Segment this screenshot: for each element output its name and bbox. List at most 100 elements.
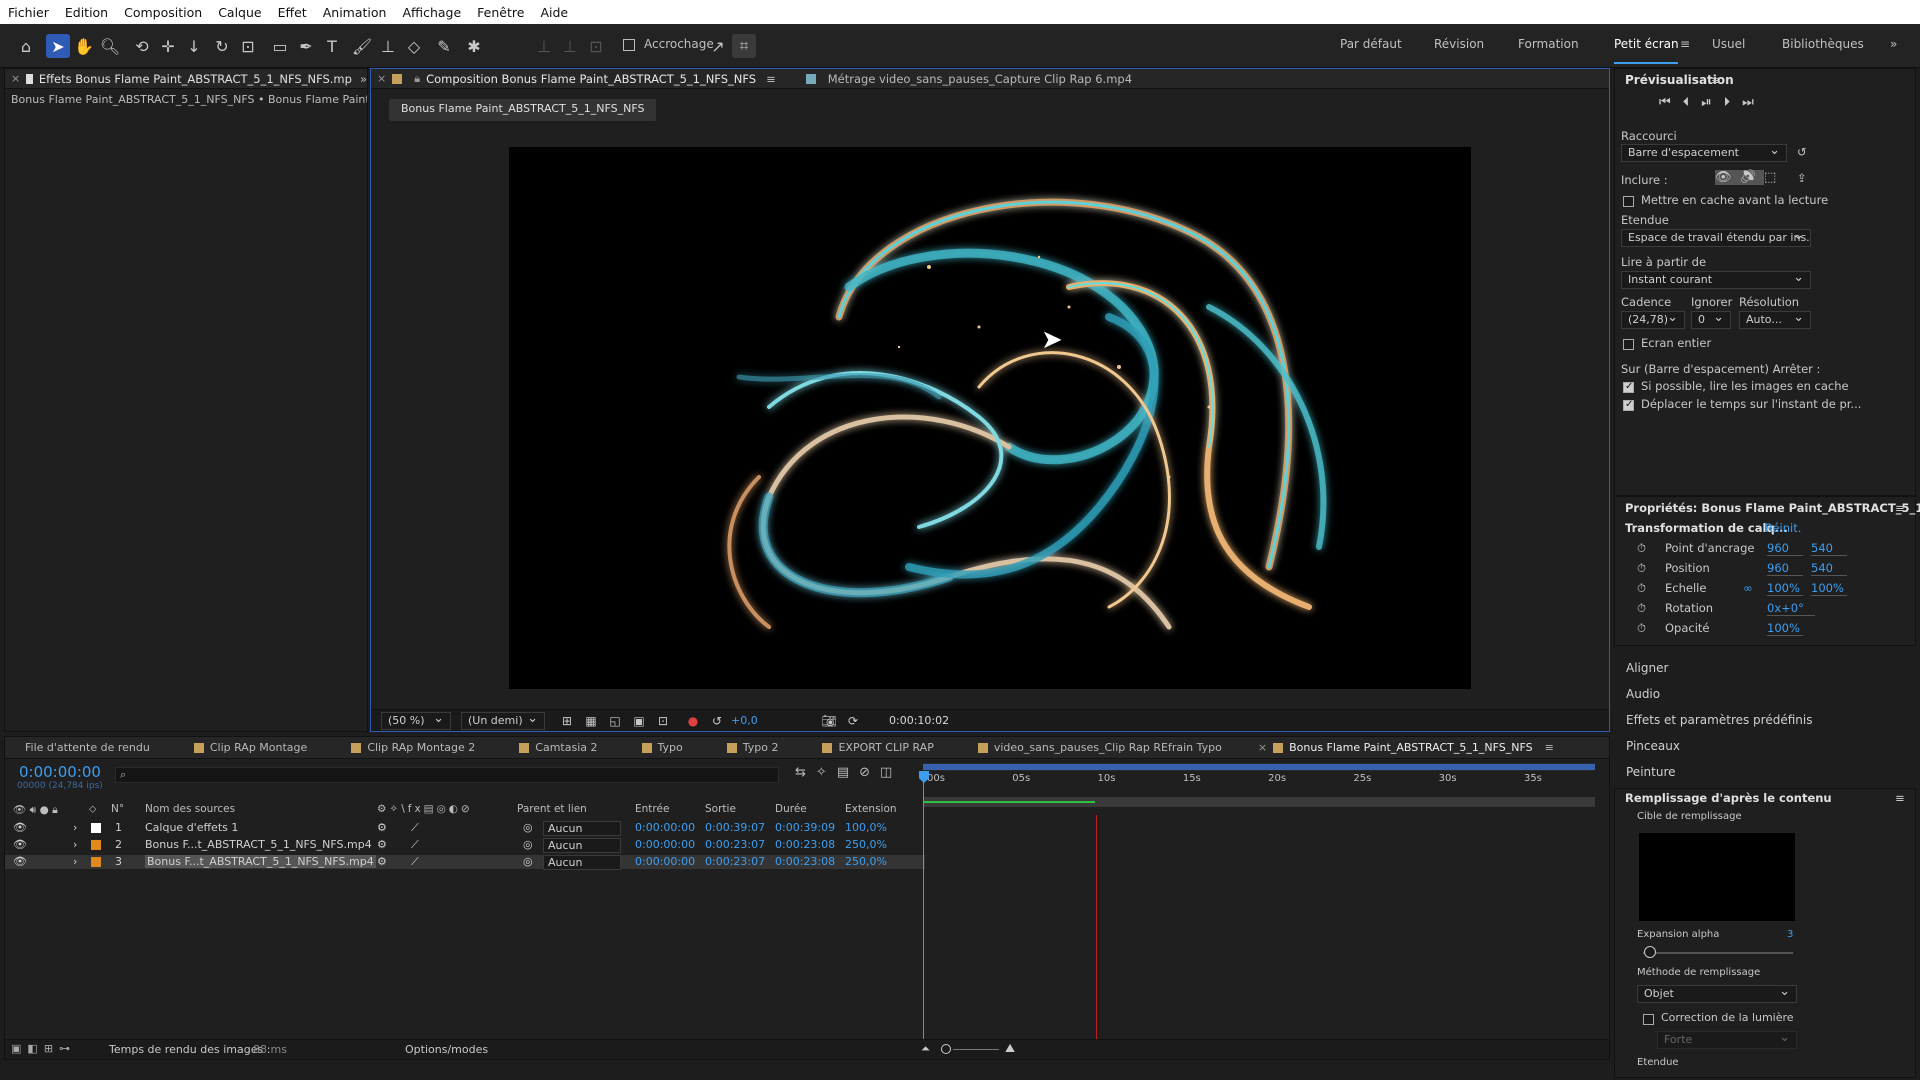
section-effects-presets[interactable]: Effets et paramètres prédéfinis	[1626, 713, 1812, 727]
workspace-menu-icon[interactable]: ≡	[1680, 37, 1690, 51]
puppet-tool-icon[interactable]: ✱	[462, 34, 486, 58]
menu-affichage[interactable]: Affichage	[394, 5, 469, 20]
overlay-toggle-icon[interactable]: ⬚	[1764, 170, 1784, 185]
expand-chevron-icon[interactable]: ›	[73, 821, 77, 834]
fill-menu-icon[interactable]: ≡	[1895, 791, 1905, 805]
rotation-stopwatch-icon[interactable]: ⏱	[1637, 601, 1646, 616]
export-preview-icon[interactable]: ⇪	[1797, 171, 1807, 185]
hand-tool-icon[interactable]: ✋	[72, 34, 96, 58]
pickwhip-icon[interactable]: ◎	[523, 838, 533, 851]
light-correction-dropdown[interactable]: Forte	[1657, 1031, 1797, 1049]
work-area-bar[interactable]	[923, 763, 1595, 771]
lock-icon[interactable]: 🔒︎	[414, 72, 420, 86]
section-pinceaux[interactable]: Pinceaux	[1626, 739, 1680, 753]
next-frame-icon[interactable]: ⏵	[1724, 95, 1743, 110]
brush-tool-icon[interactable]: 🖌︎	[350, 34, 374, 58]
zoom-dropdown[interactable]: (50 %)	[381, 712, 451, 730]
layer-quality-icon[interactable]: ⟋	[411, 855, 419, 869]
tab-export-clip-rap[interactable]: EXPORT CLIP RAP	[838, 741, 933, 754]
resolution-dropdown[interactable]: Auto...	[1739, 311, 1811, 329]
alpha-slider-thumb[interactable]	[1643, 946, 1656, 958]
range-dropdown[interactable]: Espace de travail étendu par ins...	[1621, 229, 1811, 247]
comp-viewer[interactable]: ➤	[509, 147, 1471, 689]
table-row[interactable]: 👁︎ › 1 Calque d'effets 1 ⚙ ⟋ ◎ Aucun 0:00:00:00 0…	[5, 821, 925, 836]
home-icon[interactable]: ⌂	[14, 34, 38, 58]
zoom-tool-icon[interactable]: 🔍︎	[98, 34, 122, 58]
workspace-usuel[interactable]: Usuel	[1712, 37, 1745, 51]
workspace-par-defaut[interactable]: Par défaut	[1340, 37, 1402, 51]
cached-frames-checkbox[interactable]	[1623, 381, 1634, 393]
fullscreen-checkbox[interactable]	[1623, 339, 1634, 350]
parent-dropdown[interactable]: Aucun	[543, 855, 621, 870]
axis-world-icon[interactable]: ⊥	[558, 34, 582, 58]
viewer-timecode[interactable]: 0:00:10:02	[889, 714, 949, 727]
previous-frame-icon[interactable]: ⏴	[1683, 95, 1702, 110]
zoom-slider-thumb[interactable]	[941, 1044, 951, 1054]
fast-preview-icon[interactable]: ⊞	[555, 709, 579, 733]
tab-bonus-flame-paint[interactable]: Bonus Flame Paint_ABSTRACT_5_1_NFS_NFS	[1289, 741, 1532, 754]
anchor-stopwatch-icon[interactable]: ⏱	[1637, 541, 1646, 556]
pickwhip-icon[interactable]: ◎	[523, 855, 533, 868]
cache-checkbox[interactable]	[1623, 196, 1634, 207]
effects-tab[interactable]: Effets Bonus Flame Paint_ABSTRACT_5_1_NF…	[39, 72, 352, 86]
layer-out[interactable]: 0:00:39:07	[705, 821, 765, 834]
layer-duration[interactable]: 0:00:23:08	[775, 838, 835, 851]
play-icon[interactable]: ⏯	[1701, 95, 1723, 110]
render-time-icon[interactable]: ⊶	[59, 1042, 76, 1055]
layer-name[interactable]: Bonus F...t_ABSTRACT_5_1_NFS_NFS.mp4	[145, 855, 376, 868]
rotate-tool-icon[interactable]: ↻	[210, 34, 234, 58]
position-stopwatch-icon[interactable]: ⏱	[1637, 561, 1646, 576]
zoom-in-icon[interactable]: ⛰	[1005, 1041, 1015, 1056]
tab-typo-2[interactable]: Typo 2	[743, 741, 779, 754]
audio-toggle-icon[interactable]: 🔊︎	[1739, 170, 1765, 185]
layer-name[interactable]: Calque d'effets 1	[145, 821, 238, 834]
comp-menu-icon[interactable]: ≡	[766, 72, 776, 86]
playhead[interactable]	[923, 773, 924, 1057]
mask-toggle-icon[interactable]: ◱	[603, 709, 627, 733]
show-snapshot-icon[interactable]: ⟳	[841, 709, 865, 733]
parent-dropdown[interactable]: Aucun	[543, 838, 621, 853]
tab-typo[interactable]: Typo	[658, 741, 683, 754]
menu-edition[interactable]: Edition	[57, 5, 116, 20]
cadence-dropdown[interactable]: (24,78)	[1621, 311, 1685, 329]
preview-menu-icon[interactable]: ≡	[1711, 73, 1721, 87]
axis-local-icon[interactable]: ⊥	[532, 34, 556, 58]
transfer-controls-icon[interactable]: ◧	[27, 1042, 43, 1055]
roto-tool-icon[interactable]: ✎	[432, 34, 456, 58]
shortcut-dropdown[interactable]: Barre d'espacement	[1621, 144, 1787, 162]
comp-tab-active[interactable]: Composition Bonus Flame Paint_ABSTRACT_5…	[426, 72, 756, 86]
tab-clip-rap-montage[interactable]: Clip RAp Montage	[210, 741, 307, 754]
menu-aide[interactable]: Aide	[532, 5, 576, 20]
last-frame-icon[interactable]: ⏭	[1742, 95, 1766, 110]
snap-features-icon[interactable]: ⌗	[732, 34, 756, 58]
draft-3d-icon[interactable]: ✧	[816, 765, 837, 780]
workspace-formation[interactable]: Formation	[1518, 37, 1579, 51]
skip-dropdown[interactable]: 0	[1691, 311, 1731, 329]
position-x-value[interactable]: 960	[1767, 561, 1803, 576]
menu-fichier[interactable]: Fichier	[0, 5, 57, 20]
rectangle-tool-icon[interactable]: ▭	[268, 34, 292, 58]
selection-tool-icon[interactable]: ➤	[46, 34, 70, 58]
layer-switches-icon[interactable]: ▣	[11, 1042, 27, 1055]
stamp-tool-icon[interactable]: ⊥	[376, 34, 400, 58]
pickwhip-icon[interactable]: ◎	[523, 821, 533, 834]
menu-fenetre[interactable]: Fenêtre	[469, 5, 532, 20]
zoom-out-icon[interactable]: ⏶	[921, 1042, 930, 1056]
layer-stretch[interactable]: 100,0%	[845, 821, 887, 834]
snapshot-icon[interactable]: 📷︎	[817, 709, 841, 733]
anchor-x-value[interactable]: 960	[1767, 541, 1803, 556]
layer-switch-icon[interactable]: ⚙	[377, 855, 387, 868]
snapping-checkbox[interactable]	[623, 39, 635, 51]
scale-y-value[interactable]: 100%	[1811, 581, 1847, 596]
table-row[interactable]: 👁︎ › 2 Bonus F...t_ABSTRACT_5_1_NFS_NFS.mp4…	[5, 838, 925, 853]
layer-in[interactable]: 0:00:00:00	[635, 855, 695, 868]
visibility-icon[interactable]: 👁︎	[13, 838, 27, 851]
resolution-dropdown[interactable]: (Un demi)	[461, 712, 545, 730]
opacity-stopwatch-icon[interactable]: ⏱	[1637, 621, 1646, 636]
workspace-petit-ecran[interactable]: Petit écran	[1614, 37, 1679, 51]
reset-shortcut-icon[interactable]: ↺	[1797, 145, 1807, 159]
text-tool-icon[interactable]: T	[320, 34, 344, 58]
render-queue-tab[interactable]: File d'attente de rendu	[25, 741, 150, 754]
reset-button[interactable]: Réinit.	[1765, 521, 1801, 535]
graph-editor-icon[interactable]: ◫	[880, 765, 902, 780]
